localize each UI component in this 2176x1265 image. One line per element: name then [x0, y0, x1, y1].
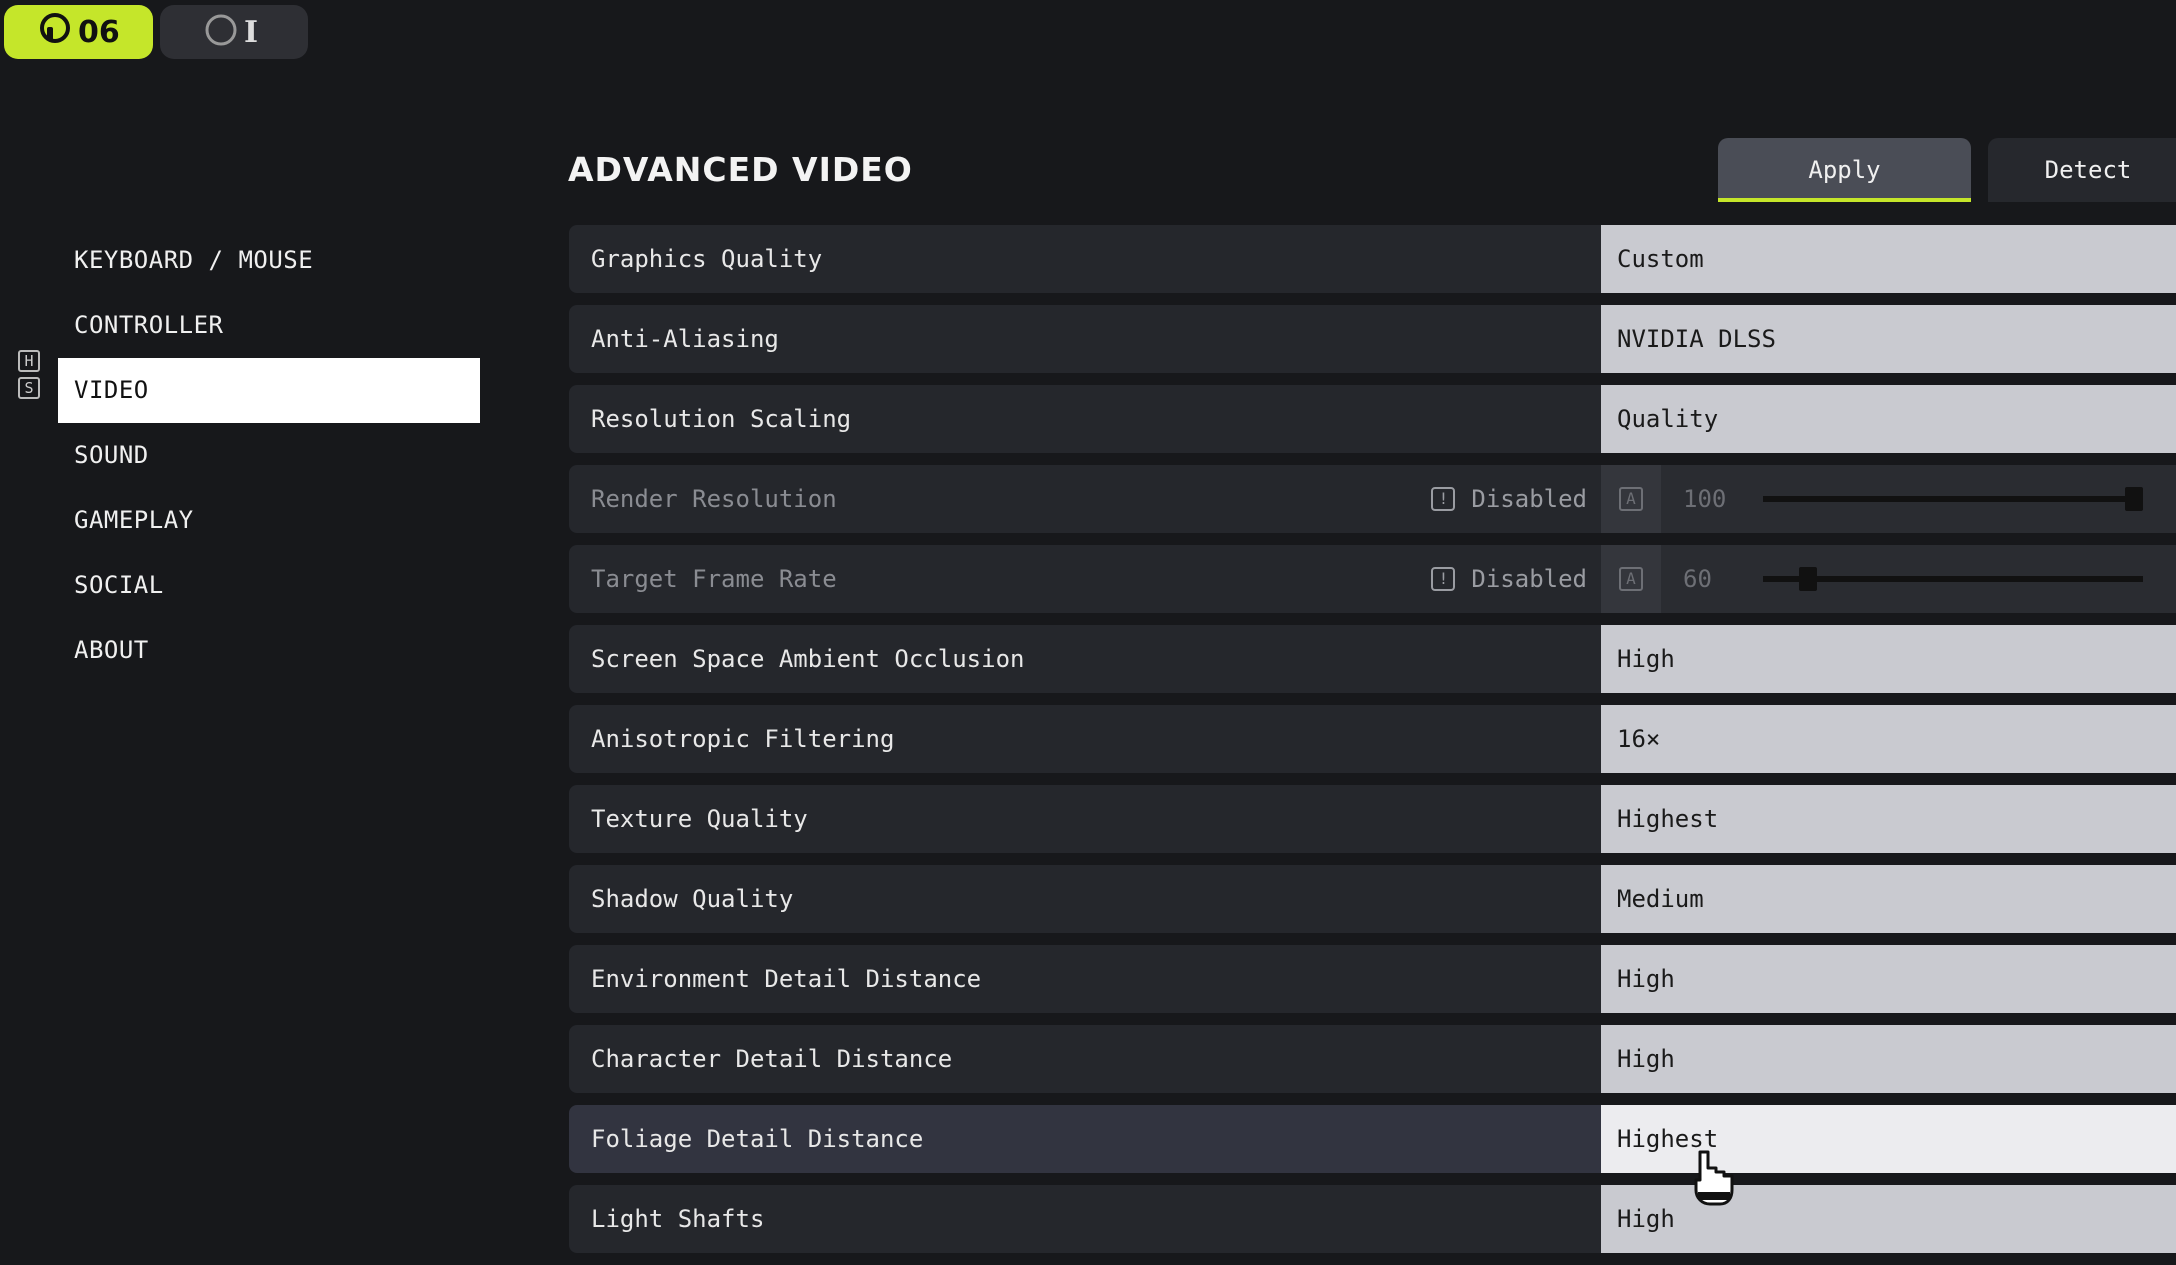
setting-value-selector[interactable]: 16×: [1601, 705, 2176, 773]
setting-value-selector[interactable]: High: [1601, 1025, 2176, 1093]
render-resolution-slider: [1763, 487, 2143, 511]
sidebar-item-social[interactable]: SOCIAL: [58, 553, 480, 618]
warning-icon: !: [1431, 487, 1456, 511]
setting-label: Anisotropic Filtering: [569, 705, 1601, 773]
setting-label: Environment Detail Distance: [569, 945, 1601, 1013]
auto-key-icon: A: [1619, 567, 1643, 591]
setting-value-selector[interactable]: Medium: [1601, 865, 2176, 933]
setting-row-disabled: Render Resolution ! Disabled A 100: [569, 465, 2176, 533]
disabled-tag: ! Disabled: [1431, 545, 1587, 613]
setting-row[interactable]: Resolution Scaling Quality: [569, 385, 2176, 453]
sidebar-item-controller[interactable]: CONTROLLER: [58, 293, 480, 358]
slider-thumb: [1799, 567, 1817, 591]
setting-value-selector[interactable]: High: [1601, 945, 2176, 1013]
setting-label: Resolution Scaling: [569, 385, 1601, 453]
disabled-status: Disabled: [1471, 485, 1587, 513]
setting-value-selector[interactable]: NVIDIA DLSS: [1601, 305, 2176, 373]
setting-label: Foliage Detail Distance: [569, 1105, 1601, 1173]
profile-pill-label: 06: [78, 14, 120, 50]
settings-list: Graphics Quality Custom Anti-Aliasing NV…: [569, 225, 2176, 1265]
setting-label: Character Detail Distance: [569, 1025, 1601, 1093]
hand-cursor-icon: [1688, 1148, 1738, 1212]
setting-row-hovered[interactable]: Foliage Detail Distance Highest: [569, 1105, 2176, 1173]
warning-icon: !: [1431, 567, 1456, 591]
apply-button[interactable]: Apply: [1718, 138, 1971, 202]
profile-pill[interactable]: 06: [4, 5, 153, 59]
slider-value: 100: [1683, 485, 1727, 513]
setting-row-disabled: Target Frame Rate ! Disabled A 60: [569, 545, 2176, 613]
status-pill[interactable]: I: [160, 5, 308, 59]
page-title: ADVANCED VIDEO: [568, 150, 913, 189]
disabled-status: Disabled: [1471, 565, 1587, 593]
setting-row[interactable]: Texture Quality Highest: [569, 785, 2176, 853]
setting-row[interactable]: Character Detail Distance High: [569, 1025, 2176, 1093]
setting-value-selector[interactable]: Quality: [1601, 385, 2176, 453]
slider-value: 60: [1683, 565, 1712, 593]
sidebar-key-hints: H S: [18, 350, 40, 399]
setting-label: Shadow Quality: [569, 865, 1601, 933]
sidebar-item-keyboard-mouse[interactable]: KEYBOARD / MOUSE: [58, 228, 480, 293]
setting-label: Screen Space Ambient Occlusion: [569, 625, 1601, 693]
sidebar-item-sound[interactable]: SOUND: [58, 423, 480, 488]
setting-row[interactable]: Anisotropic Filtering 16×: [569, 705, 2176, 773]
sidebar-nav: KEYBOARD / MOUSE CONTROLLER VIDEO SOUND …: [58, 228, 480, 683]
setting-label: Render Resolution: [591, 485, 837, 513]
setting-row[interactable]: Anti-Aliasing NVIDIA DLSS: [569, 305, 2176, 373]
auto-toggle: A: [1601, 465, 1661, 533]
setting-value-selector[interactable]: Highest: [1601, 785, 2176, 853]
frame-rate-slider: [1763, 567, 2143, 591]
setting-label: Target Frame Rate: [591, 565, 837, 593]
setting-label: Anti-Aliasing: [569, 305, 1601, 373]
setting-label: Texture Quality: [569, 785, 1601, 853]
sidebar-item-about[interactable]: ABOUT: [58, 618, 480, 683]
circle-icon: [204, 13, 238, 51]
key-hint-h: H: [18, 350, 40, 372]
setting-value-selector[interactable]: Custom: [1601, 225, 2176, 293]
disabled-tag: ! Disabled: [1431, 465, 1587, 533]
setting-label: Graphics Quality: [569, 225, 1601, 293]
detect-button[interactable]: Detect: [1988, 138, 2176, 202]
auto-toggle: A: [1601, 545, 1661, 613]
sidebar-item-video[interactable]: VIDEO: [58, 358, 480, 423]
setting-label: Light Shafts: [569, 1185, 1601, 1253]
sidebar-item-gameplay[interactable]: GAMEPLAY: [58, 488, 480, 553]
key-hint-s: S: [18, 377, 40, 399]
auto-key-icon: A: [1619, 487, 1643, 511]
setting-row[interactable]: Shadow Quality Medium: [569, 865, 2176, 933]
setting-row[interactable]: Screen Space Ambient Occlusion High: [569, 625, 2176, 693]
setting-row[interactable]: Light Shafts High: [569, 1185, 2176, 1253]
setting-row[interactable]: Environment Detail Distance High: [569, 945, 2176, 1013]
status-pill-label: I: [244, 14, 259, 50]
setting-row[interactable]: Graphics Quality Custom: [569, 225, 2176, 293]
headset-icon: [38, 13, 72, 51]
slider-thumb: [2125, 487, 2143, 511]
setting-value-selector[interactable]: High: [1601, 625, 2176, 693]
